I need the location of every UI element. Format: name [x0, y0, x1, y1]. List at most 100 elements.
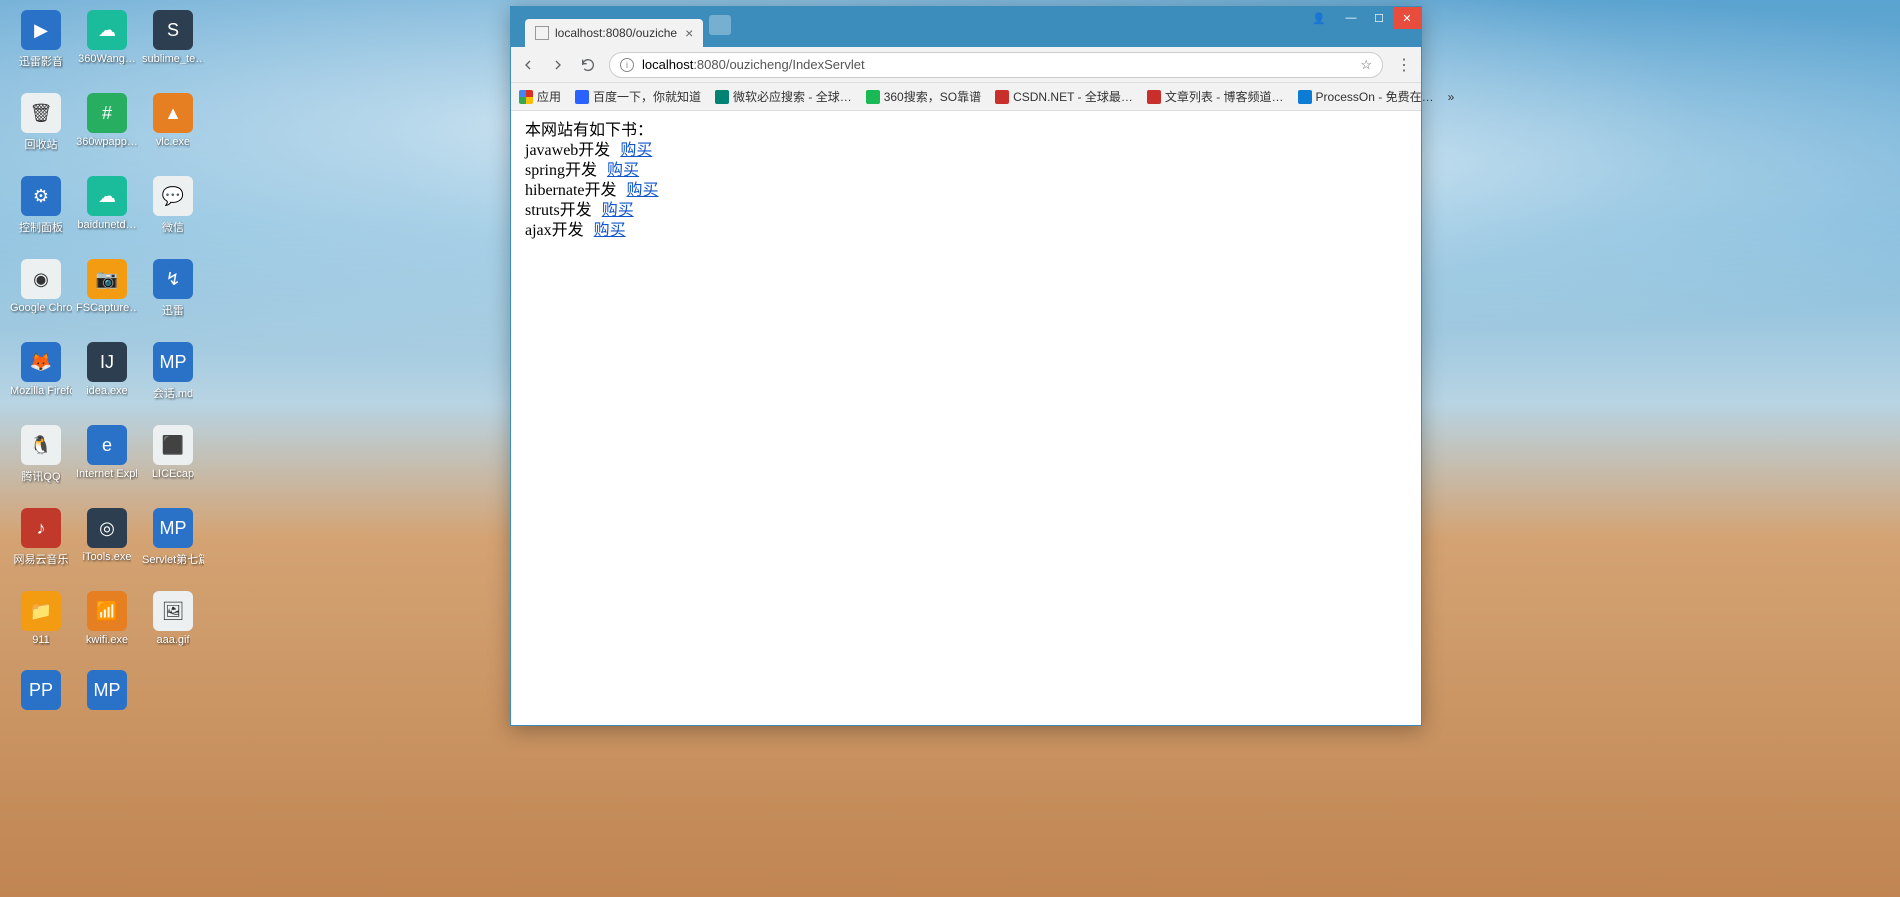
- window-close-button[interactable]: ✕: [1393, 7, 1421, 29]
- tab-title: localhost:8080/ouziche: [555, 26, 677, 40]
- icon-label: 微信: [162, 219, 184, 235]
- icon-label: baidunetd…: [77, 219, 136, 231]
- desktop-icon[interactable]: Ssublime_te…: [142, 10, 204, 69]
- desktop-icon[interactable]: 🗑回收站: [10, 93, 72, 152]
- icon-label: 迅雷影音: [19, 53, 63, 69]
- minimize-button[interactable]: —: [1337, 7, 1365, 29]
- buy-link[interactable]: 购买: [627, 182, 659, 199]
- desktop-icon[interactable]: ↯ 迅雷: [142, 259, 204, 318]
- address-bar[interactable]: i localhost:8080/ouzicheng/IndexServlet …: [609, 52, 1383, 78]
- apps-grid-icon: [519, 90, 533, 104]
- reload-button[interactable]: [579, 56, 597, 74]
- chrome-menu-icon[interactable]: ⋮: [1395, 56, 1413, 74]
- icon-label: 360wpapp…: [76, 136, 138, 148]
- buy-link[interactable]: 购买: [602, 202, 634, 219]
- desktop-icon[interactable]: ☁360Wang…: [76, 10, 138, 69]
- desktop-icon[interactable]: 🖼 aaa.gif: [142, 591, 204, 646]
- buy-link[interactable]: 购买: [594, 222, 626, 239]
- desktop-icon[interactable]: ◎ iTools.exe: [76, 508, 138, 567]
- desktop-icon[interactable]: IJidea.exe: [76, 342, 138, 401]
- icon-label: 回收站: [25, 136, 58, 152]
- app-icon: ▶: [21, 10, 61, 50]
- book-name: javaweb开发: [525, 142, 610, 159]
- desktop-icon[interactable]: MP: [76, 670, 138, 713]
- app-icon: MP: [87, 670, 127, 710]
- forward-button[interactable]: [549, 56, 567, 74]
- buy-link[interactable]: 购买: [620, 142, 652, 159]
- desktop-icon[interactable]: ♪网易云音乐: [10, 508, 72, 567]
- chrome-browser-window: localhost:8080/ouziche × 👤 — ☐ ✕ i local…: [510, 6, 1422, 726]
- book-name: ajax开发: [525, 222, 584, 239]
- icon-label: 网易云音乐: [14, 551, 69, 567]
- icon-label: 360Wang…: [78, 53, 136, 65]
- bookmark-label: 百度一下，你就知道: [593, 88, 701, 105]
- bookmark-item[interactable]: 文章列表 - 博客频道…: [1147, 88, 1284, 105]
- page-header-text: 本网站有如下书：: [525, 121, 1407, 141]
- app-icon: #: [87, 93, 127, 133]
- desktop-icon[interactable]: ⚙ 控制面板: [10, 176, 72, 235]
- bookmark-favicon-icon: [715, 90, 729, 104]
- icon-label: sublime_te…: [142, 53, 204, 65]
- app-icon: 🦊: [21, 342, 61, 382]
- bookmark-label: CSDN.NET - 全球最…: [1013, 88, 1133, 105]
- chrome-titlebar[interactable]: localhost:8080/ouziche × 👤 — ☐ ✕: [511, 7, 1421, 47]
- bookmark-star-icon[interactable]: ☆: [1360, 57, 1372, 73]
- bookmark-favicon-icon: [866, 90, 880, 104]
- app-icon: ◎: [87, 508, 127, 548]
- buy-link[interactable]: 购买: [607, 162, 639, 179]
- bookmark-item[interactable]: ProcessOn - 免费在…: [1298, 88, 1434, 105]
- desktop-icons-area: ▶迅雷影音☁360Wang…Ssublime_te…🗑回收站#360wpapp……: [10, 10, 204, 713]
- desktop-icon[interactable]: 💬微信: [142, 176, 204, 235]
- tab-close-icon[interactable]: ×: [685, 25, 693, 41]
- icon-label: idea.exe: [86, 385, 128, 397]
- app-icon: PP: [21, 670, 61, 710]
- icon-label: iTools.exe: [83, 551, 132, 563]
- book-row: hibernate开发 购买: [525, 181, 1407, 201]
- back-button[interactable]: [519, 56, 537, 74]
- book-name: hibernate开发: [525, 182, 617, 199]
- bookmark-label: 应用: [537, 88, 561, 105]
- desktop-icon[interactable]: 📶kwifi.exe: [76, 591, 138, 646]
- app-icon: ⚙: [21, 176, 61, 216]
- bookmarks-overflow-icon[interactable]: »: [1448, 90, 1455, 104]
- desktop-icon[interactable]: PP: [10, 670, 72, 713]
- desktop-icon[interactable]: ▲vlc.exe: [142, 93, 204, 152]
- tab-strip: localhost:8080/ouziche ×: [525, 7, 731, 47]
- icon-label: LICEcap: [152, 468, 194, 480]
- desktop-icon[interactable]: eInternet Explorer: [76, 425, 138, 484]
- browser-tab[interactable]: localhost:8080/ouziche ×: [525, 19, 703, 47]
- new-tab-button[interactable]: [709, 15, 731, 35]
- app-icon: 🖼: [153, 591, 193, 631]
- desktop-icon[interactable]: 📷FSCapture…: [76, 259, 138, 318]
- bookmark-label: 文章列表 - 博客频道…: [1165, 88, 1284, 105]
- desktop-icon[interactable]: 🐧 腾讯QQ: [10, 425, 72, 484]
- maximize-button[interactable]: ☐: [1365, 7, 1393, 29]
- bookmark-item[interactable]: 微软必应搜索 - 全球…: [715, 88, 852, 105]
- desktop-icon[interactable]: MP会话.md: [142, 342, 204, 401]
- desktop-icon[interactable]: ⬛LICEcap: [142, 425, 204, 484]
- site-info-icon[interactable]: i: [620, 58, 634, 72]
- app-icon: ↯: [153, 259, 193, 299]
- icon-label: 迅雷: [162, 302, 184, 318]
- desktop-icon[interactable]: ◉Google Chrome: [10, 259, 72, 318]
- bookmark-item[interactable]: 百度一下，你就知道: [575, 88, 701, 105]
- desktop-icon[interactable]: ☁baidunetd…: [76, 176, 138, 235]
- icon-label: 控制面板: [19, 219, 63, 235]
- icon-label: aaa.gif: [156, 634, 189, 646]
- bookmark-item[interactable]: CSDN.NET - 全球最…: [995, 88, 1133, 105]
- app-icon: 🐧: [21, 425, 61, 465]
- desktop-icon[interactable]: 🦊Mozilla Firefox: [10, 342, 72, 401]
- desktop-icon[interactable]: #360wpapp…: [76, 93, 138, 152]
- user-icon[interactable]: 👤: [1305, 7, 1333, 29]
- app-icon: ◉: [21, 259, 61, 299]
- apps-button[interactable]: 应用: [519, 88, 561, 105]
- icon-label: 腾讯QQ: [21, 468, 60, 484]
- desktop-icon[interactable]: 📁911: [10, 591, 72, 646]
- desktop-icon[interactable]: ▶ 迅雷影音: [10, 10, 72, 69]
- bookmark-label: 360搜索，SO靠谱: [884, 88, 981, 105]
- app-icon: e: [87, 425, 127, 465]
- bookmark-item[interactable]: 360搜索，SO靠谱: [866, 88, 981, 105]
- desktop-icon[interactable]: MPServlet第七篇【Cooki…: [142, 508, 204, 567]
- book-row: spring开发 购买: [525, 161, 1407, 181]
- bookmark-favicon-icon: [1298, 90, 1312, 104]
